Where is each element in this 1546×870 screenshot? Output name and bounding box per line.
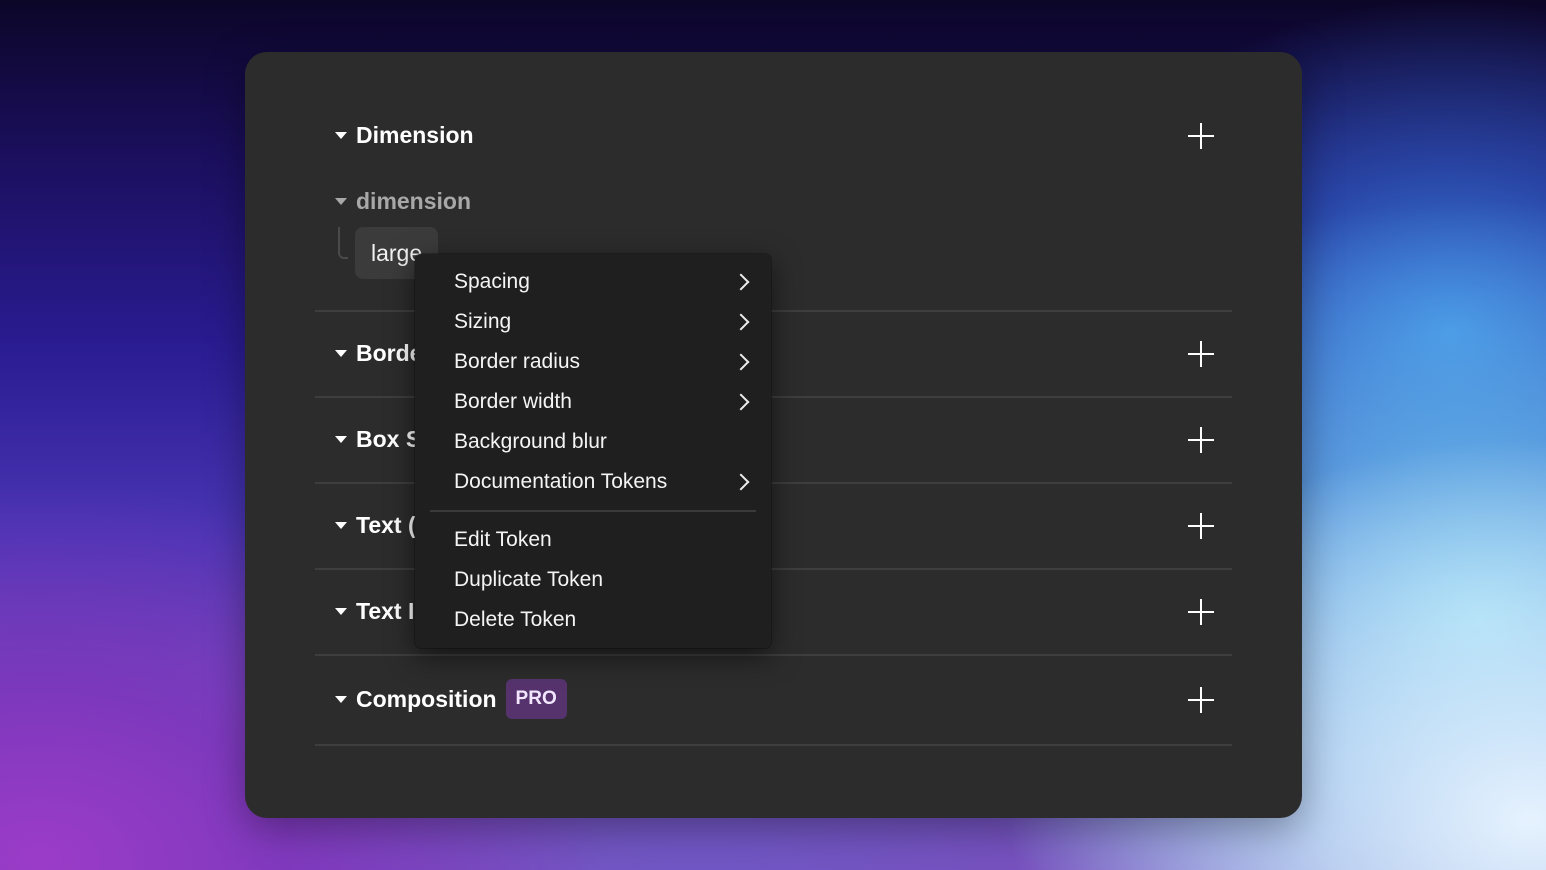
menu-item-label: Background blur bbox=[454, 430, 607, 453]
plus-icon[interactable] bbox=[1188, 687, 1214, 713]
caret-down-icon[interactable] bbox=[335, 435, 347, 443]
menu-item-label: Edit Token bbox=[454, 528, 552, 551]
menu-item-spacing[interactable]: Spacing bbox=[415, 262, 771, 302]
menu-item-border-width[interactable]: Border width bbox=[415, 382, 771, 422]
section-title: Dimension bbox=[356, 121, 474, 148]
chevron-right-icon bbox=[732, 273, 750, 291]
caret-down-icon[interactable] bbox=[335, 607, 347, 615]
plus-icon[interactable] bbox=[1188, 123, 1214, 149]
section-header-composition[interactable]: Composition PRO bbox=[315, 679, 567, 719]
section-title: Box S bbox=[356, 425, 422, 452]
section-header-text-2[interactable]: Text I bbox=[315, 591, 414, 631]
caret-down-icon[interactable] bbox=[335, 521, 347, 529]
chevron-right-icon bbox=[732, 393, 750, 411]
section-title: Borde bbox=[356, 339, 423, 366]
section-title: Text I bbox=[356, 597, 415, 624]
menu-separator bbox=[430, 510, 756, 512]
divider bbox=[315, 654, 1232, 656]
menu-item-label: Sizing bbox=[454, 310, 512, 333]
menu-item-delete-token[interactable]: Delete Token bbox=[415, 600, 771, 640]
caret-down-icon[interactable] bbox=[335, 131, 347, 139]
pro-badge: PRO bbox=[505, 679, 567, 719]
menu-item-documentation-tokens[interactable]: Documentation Tokens bbox=[415, 462, 771, 502]
section-title: Composition bbox=[356, 685, 497, 712]
divider bbox=[315, 744, 1232, 746]
caret-down-icon[interactable] bbox=[335, 695, 347, 703]
chevron-right-icon bbox=[732, 353, 750, 371]
menu-item-label: Duplicate Token bbox=[454, 568, 604, 591]
caret-down-icon[interactable] bbox=[335, 197, 347, 205]
caret-down-icon[interactable] bbox=[335, 349, 347, 357]
chevron-right-icon bbox=[732, 473, 750, 491]
group-header-dimension[interactable]: dimension bbox=[315, 181, 471, 221]
section-header-dimension[interactable]: Dimension bbox=[315, 115, 474, 155]
plus-icon[interactable] bbox=[1188, 599, 1214, 625]
plus-icon[interactable] bbox=[1188, 427, 1214, 453]
plus-icon[interactable] bbox=[1188, 341, 1214, 367]
plus-icon[interactable] bbox=[1188, 513, 1214, 539]
menu-item-border-radius[interactable]: Border radius bbox=[415, 342, 771, 382]
section-title: Text ( bbox=[356, 511, 416, 538]
group-title: dimension bbox=[356, 187, 472, 214]
menu-item-sizing[interactable]: Sizing bbox=[415, 302, 771, 342]
menu-item-label: Documentation Tokens bbox=[454, 470, 668, 493]
section-header-border[interactable]: Borde bbox=[315, 333, 422, 373]
menu-item-label: Spacing bbox=[454, 270, 530, 293]
menu-item-edit-token[interactable]: Edit Token bbox=[415, 520, 771, 560]
menu-item-label: Delete Token bbox=[454, 608, 577, 631]
section-header-text-1[interactable]: Text ( bbox=[315, 505, 416, 545]
chevron-right-icon bbox=[732, 313, 750, 331]
menu-item-label: Border radius bbox=[454, 350, 581, 373]
menu-item-duplicate-token[interactable]: Duplicate Token bbox=[415, 560, 771, 600]
tokens-panel: Dimension dimension large Borde Box S Te… bbox=[245, 52, 1302, 818]
token-context-menu: Spacing Sizing Border radius Border widt… bbox=[415, 254, 771, 648]
menu-item-label: Border width bbox=[454, 390, 572, 413]
section-header-box-shadow[interactable]: Box S bbox=[315, 419, 421, 459]
menu-item-background-blur[interactable]: Background blur bbox=[415, 422, 771, 462]
tree-connector bbox=[338, 227, 348, 259]
